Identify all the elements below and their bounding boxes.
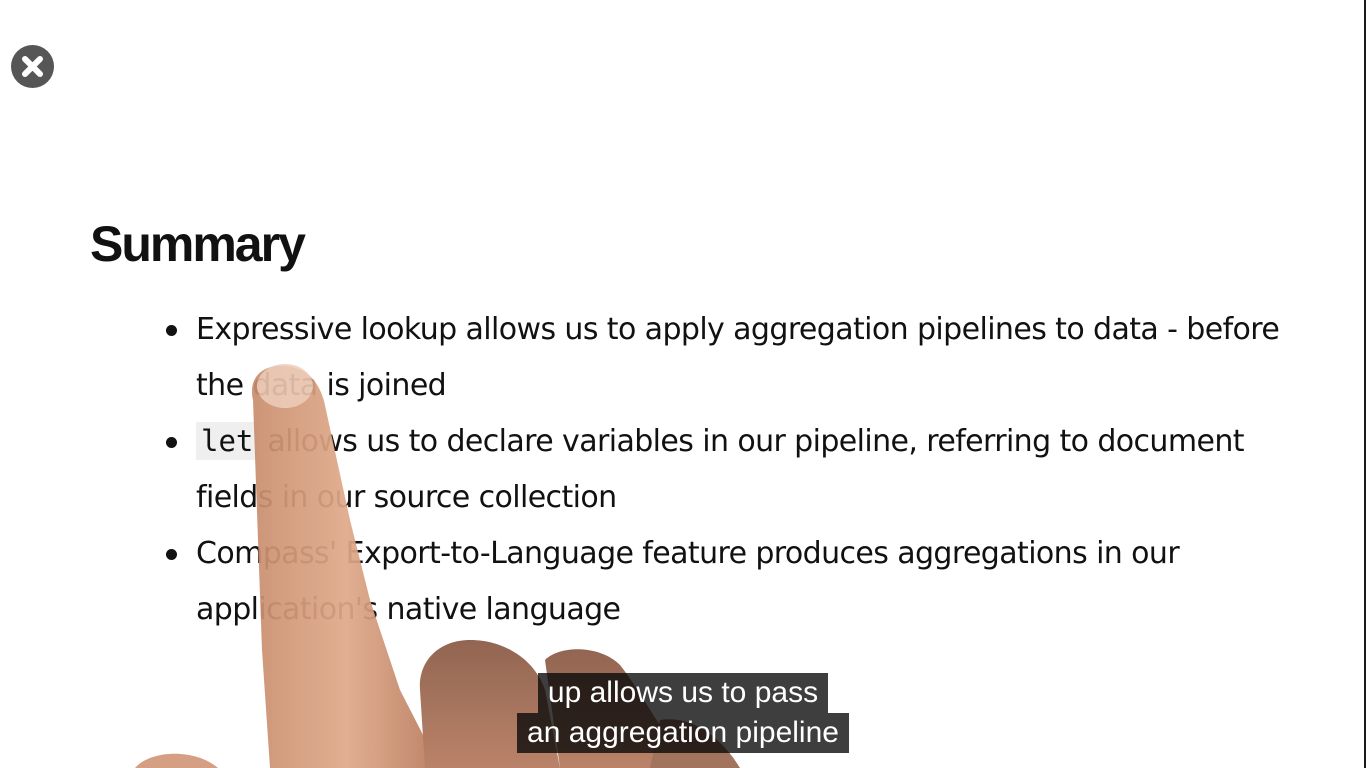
bullet-text: Expressive lookup allows us to apply agg…: [196, 312, 1280, 403]
bullet-dot: [166, 549, 177, 560]
caption-line: an aggregation pipeline: [517, 713, 849, 753]
bullet-text: allows us to declare variables in our pi…: [196, 424, 1245, 515]
subtitle-caption: up allows us to pass an aggregation pipe…: [0, 673, 1366, 753]
summary-list: Expressive lookup allows us to apply agg…: [163, 302, 1313, 638]
close-button[interactable]: [11, 45, 54, 88]
bullet-dot: [166, 325, 177, 336]
bullet-text: Compass' Export-to-Language feature prod…: [196, 536, 1180, 627]
bullet-dot: [166, 437, 177, 448]
summary-bullet: Compass' Export-to-Language feature prod…: [163, 526, 1313, 638]
code-keyword: let: [196, 422, 259, 460]
slide-title: Summary: [90, 216, 306, 272]
summary-bullet: Expressive lookup allows us to apply agg…: [163, 302, 1313, 414]
summary-bullet: let allows us to declare variables in ou…: [163, 414, 1313, 526]
close-icon: [22, 56, 43, 77]
caption-line: up allows us to pass: [537, 673, 829, 713]
video-frame: Summary Expressive lookup allows us to a…: [0, 0, 1366, 768]
